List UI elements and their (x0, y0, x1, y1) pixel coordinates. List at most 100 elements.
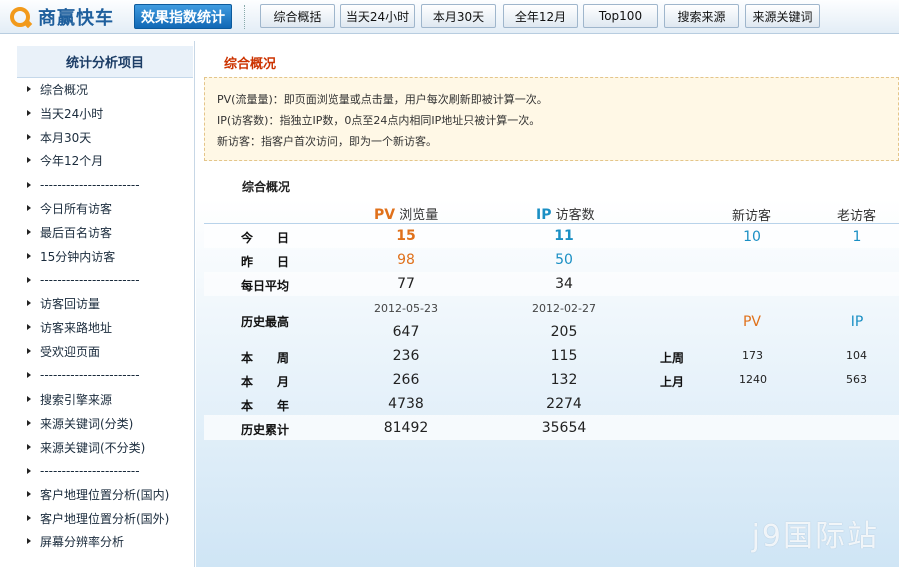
today-pv: 15 (396, 228, 416, 244)
toolbar-separator (244, 5, 245, 29)
sidebar-item-screen-resolution[interactable]: 屏幕分辨率分析 (27, 532, 124, 550)
sidebar-item-label: 屏幕分辨率分析 (40, 534, 125, 549)
arrow-right-icon (27, 86, 31, 92)
sidebar-item-month-30d[interactable]: 本月30天 (27, 128, 91, 146)
arrow-right-icon (27, 229, 31, 235)
sidebar-item-label: 访客回访量 (40, 296, 101, 311)
tab-top100[interactable]: Top100 (583, 4, 658, 28)
sidebar: 统计分析项目 综合概况 当天24小时 本月30天 今年12个月 --------… (7, 41, 195, 567)
tab-today-24h[interactable]: 当天24小时 (340, 4, 415, 28)
sidebar-item-overview[interactable]: 综合概况 (27, 80, 88, 98)
notice-new-visitor: 新访客：指客户首次访问，即为一个新访客。 (217, 135, 437, 148)
sidebar-item-label: 来源关键词(分类) (40, 416, 134, 431)
sidebar-title: 统计分析项目 (17, 46, 193, 78)
sidebar-item-label: 访客来路地址 (40, 320, 113, 335)
last-month-label: 上月 (660, 375, 685, 389)
sidebar-item-search-engine[interactable]: 搜索引擎来源 (27, 390, 112, 408)
sidebar-item-geo-domestic[interactable]: 客户地理位置分析(国内) (27, 485, 169, 503)
ip-abbr: IP (536, 207, 552, 223)
sidebar-item-label: 最后百名访客 (40, 225, 113, 240)
arrow-right-icon (27, 491, 31, 497)
tab-source-keywords[interactable]: 来源关键词 (745, 4, 820, 28)
history-max-ip-date: 2012-02-27 (532, 302, 596, 315)
tab-month-30d[interactable]: 本月30天 (421, 4, 496, 28)
sidebar-item-keywords-ungrouped[interactable]: 来源关键词(不分类) (27, 438, 145, 456)
last-week-pv: 173 (742, 349, 763, 362)
last-week-ip: 104 (846, 349, 867, 362)
arrow-right-icon (27, 253, 31, 259)
old-visitors-header: 老访客 (837, 209, 877, 224)
sidebar-item-label: 15分钟内访客 (40, 249, 116, 264)
logo: 商赢快车 (10, 6, 114, 29)
sidebar-item-label: 客户地理位置分析(国内) (40, 487, 170, 502)
today-old-visitors: 1 (852, 229, 862, 245)
side-ip-header: IP (850, 314, 864, 330)
row-label-this-year: 本 年 (241, 399, 290, 413)
sidebar-item-label: 综合概况 (40, 82, 89, 97)
tab-overview[interactable]: 综合概括 (260, 4, 335, 28)
last-week-label: 上周 (660, 351, 685, 365)
this-week-pv: 236 (392, 348, 420, 364)
arrow-right-icon (27, 277, 31, 283)
arrow-right-icon (27, 348, 31, 354)
pv-column-header: PV 浏览量 (374, 204, 438, 223)
arrow-right-icon (27, 182, 31, 188)
arrow-right-icon (27, 444, 31, 450)
stats-heading: 综合概况 (242, 180, 291, 194)
tab-year-12m[interactable]: 全年12月 (503, 4, 578, 28)
sidebar-item-today-visitors[interactable]: 今日所有访客 (27, 199, 112, 217)
sidebar-item-year-12m[interactable]: 今年12个月 (27, 151, 103, 169)
tab-search-source[interactable]: 搜索来源 (664, 4, 739, 28)
arrow-right-icon (27, 515, 31, 521)
sidebar-item-label: 受欢迎页面 (40, 344, 101, 359)
watermark: j9国际站 (751, 519, 879, 554)
sidebar-item-label: 搜索引擎来源 (40, 392, 113, 407)
row-label-this-month: 本 月 (241, 375, 290, 389)
today-ip: 11 (554, 228, 574, 244)
logo-text: 商赢快车 (38, 8, 114, 29)
new-visitors-header: 新访客 (732, 209, 772, 224)
yesterday-ip: 50 (555, 252, 573, 268)
daily-avg-pv: 77 (397, 276, 415, 292)
sidebar-divider-label: ----------------------- (40, 178, 140, 192)
arrow-right-icon (27, 205, 31, 211)
product-badge[interactable]: 效果指数统计 (134, 4, 232, 29)
ip-column-header: IP 访客数 (536, 204, 595, 223)
sidebar-item-geo-foreign[interactable]: 客户地理位置分析(国外) (27, 509, 169, 527)
sidebar-item-15min-visitors[interactable]: 15分钟内访客 (27, 247, 115, 265)
side-pv-header: PV (742, 314, 762, 330)
sidebar-divider-label: ----------------------- (40, 464, 140, 478)
this-year-ip: 2274 (546, 396, 582, 412)
sidebar-divider-label: ----------------------- (40, 273, 140, 287)
sidebar-item-referrer-urls[interactable]: 访客来路地址 (27, 318, 112, 336)
notice-ip: IP(访客数)：指独立IP数，0点至24点内相同IP地址只被计算一次。 (217, 114, 541, 127)
row-label-today: 今 日 (241, 231, 290, 245)
sidebar-item-last-100-visitors[interactable]: 最后百名访客 (27, 223, 112, 241)
sidebar-item-keywords-grouped[interactable]: 来源关键词(分类) (27, 414, 133, 432)
sidebar-item-label: 今日所有访客 (40, 201, 113, 216)
sidebar-item-label: 客户地理位置分析(国外) (40, 511, 170, 526)
sidebar-item-return-visits[interactable]: 访客回访量 (27, 294, 100, 312)
sidebar-divider: ----------------------- (27, 366, 140, 384)
sidebar-item-label: 今年12个月 (40, 153, 104, 168)
pv-abbr: PV (374, 207, 396, 223)
this-week-ip: 115 (550, 348, 578, 364)
arrow-right-icon (27, 134, 31, 140)
arrow-right-icon (27, 420, 31, 426)
row-label-this-week: 本 周 (241, 351, 290, 365)
sidebar-item-label: 当天24小时 (40, 106, 104, 121)
arrow-right-icon (27, 396, 31, 402)
sidebar-divider: ----------------------- (27, 176, 140, 194)
today-new-visitors: 10 (743, 229, 761, 245)
row-label-history-max: 历史最高 (241, 315, 290, 329)
ip-label: 访客数 (555, 208, 595, 223)
sidebar-item-today-24h[interactable]: 当天24小时 (27, 104, 103, 122)
history-max-pv: 647 (392, 324, 420, 340)
arrow-right-icon (27, 110, 31, 116)
sidebar-item-label: 来源关键词(不分类) (40, 440, 146, 455)
this-year-pv: 4738 (388, 396, 424, 412)
sidebar-divider: ----------------------- (27, 271, 140, 289)
logo-icon (10, 7, 30, 27)
this-month-ip: 132 (550, 372, 578, 388)
sidebar-item-popular-pages[interactable]: 受欢迎页面 (27, 342, 100, 360)
